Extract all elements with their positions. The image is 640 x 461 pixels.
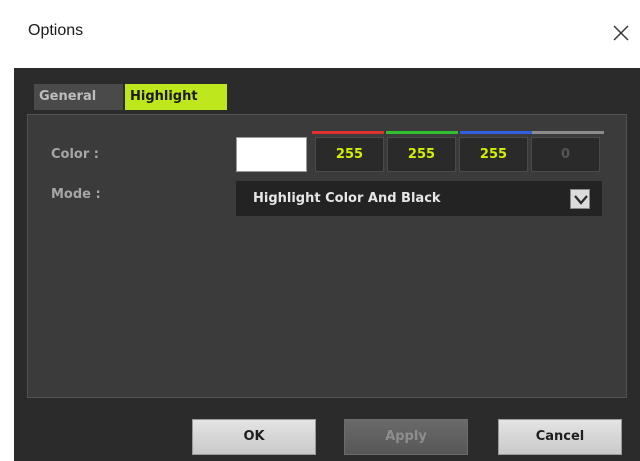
red-value-input[interactable]: 255 <box>315 137 384 172</box>
tab-bar: General Highlight <box>34 84 227 110</box>
mode-select-value: Highlight Color And Black <box>253 191 441 206</box>
blue-channel-bar <box>460 131 532 134</box>
ok-button[interactable]: OK <box>192 419 316 455</box>
green-value-input[interactable]: 255 <box>387 137 456 172</box>
cancel-button[interactable]: Cancel <box>498 419 622 455</box>
apply-button[interactable]: Apply <box>344 419 468 455</box>
tab-highlight[interactable]: Highlight <box>125 84 227 110</box>
green-channel-bar <box>386 131 458 134</box>
blue-value-input[interactable]: 255 <box>459 137 528 172</box>
close-icon[interactable] <box>606 16 636 50</box>
mode-label: Mode : <box>51 187 101 202</box>
window-title: Options <box>28 22 84 39</box>
title-bar: Options <box>0 0 640 68</box>
tab-general[interactable]: General <box>34 84 123 110</box>
white-channel-bar <box>532 131 604 134</box>
red-channel-bar <box>312 131 384 134</box>
color-swatch[interactable] <box>236 137 307 172</box>
white-value-input[interactable]: 0 <box>531 137 600 172</box>
chevron-down-icon[interactable] <box>570 189 590 209</box>
color-label: Color : <box>51 147 99 162</box>
mode-select[interactable]: Highlight Color And Black <box>236 181 602 216</box>
